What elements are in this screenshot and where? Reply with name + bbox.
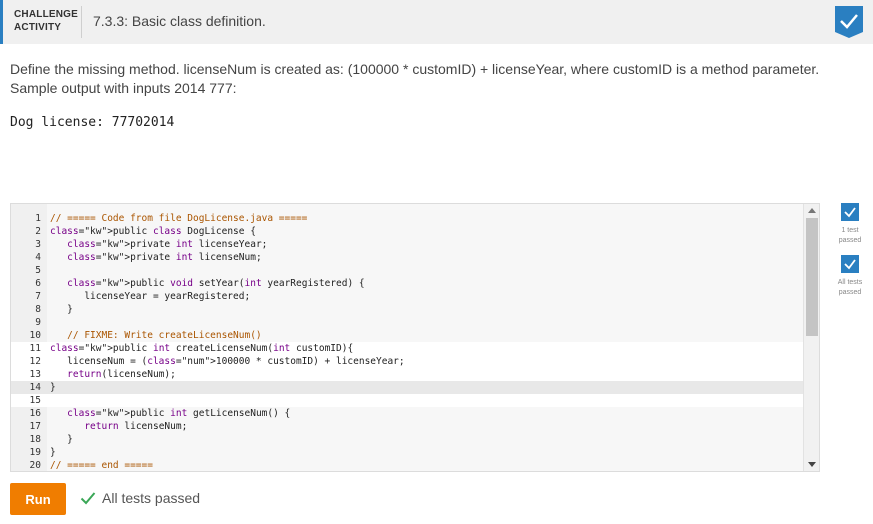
code-text[interactable]: // FIXME: Write createLicenseNum() (50, 329, 261, 342)
instructions-line-1: Define the missing method. licenseNum is… (10, 61, 820, 77)
line-number: 19 (29, 447, 41, 458)
code-line[interactable]: 12 licenseNum = (class="num">100000 * cu… (11, 355, 804, 368)
code-line[interactable]: 13 return(licenseNum); (11, 368, 804, 381)
test-1-status-line-1: 1 test (841, 227, 859, 234)
activity-header: CHALLENGE ACTIVITY 7.3.3: Basic class de… (0, 0, 873, 44)
code-line[interactable]: 10 // FIXME: Write createLicenseNum() (11, 329, 804, 342)
line-number: 9 (35, 317, 41, 328)
instructions-line-2: Sample output with inputs 2014 777: (10, 80, 237, 96)
line-number: 16 (29, 408, 41, 419)
scrollbar-thumb[interactable] (806, 218, 818, 336)
line-number: 3 (35, 239, 41, 250)
line-number: 7 (35, 291, 41, 302)
all-tests-passed-check-icon (841, 255, 859, 273)
test-1-status-label: 1 test passed (830, 226, 870, 246)
sample-output: Dog license: 77702014 (10, 115, 175, 130)
tag-line-1: CHALLENGE (14, 9, 79, 20)
code-text[interactable]: } (50, 303, 73, 316)
run-button[interactable]: Run (10, 483, 66, 515)
line-number: 20 (29, 460, 41, 471)
instructions: Define the missing method. licenseNum is… (10, 60, 860, 98)
code-line[interactable]: 20 // ===== end ===== (11, 459, 804, 471)
line-number: 11 (11, 342, 41, 355)
all-tests-status-label: All tests passed (830, 278, 870, 298)
code-line[interactable]: 6 class="kw">public void setYear(int yea… (11, 277, 804, 290)
code-text[interactable]: licenseNum = (class="num">100000 * custo… (50, 355, 404, 368)
code-line[interactable]: 4 class="kw">private int licenseNum; (11, 251, 804, 264)
code-editor[interactable]: 1 // ===== Code from file DogLicense.java… (10, 203, 820, 472)
header-accent-bar (0, 0, 3, 44)
code-text[interactable]: licenseYear = yearRegistered; (50, 290, 250, 303)
code-line[interactable]: 18 } (11, 433, 804, 446)
test-status: All tests passed (80, 490, 200, 506)
completion-checkmark-icon (835, 6, 863, 38)
test-1-passed-check-icon (841, 203, 859, 221)
code-text[interactable]: class="kw">private int licenseYear; (50, 238, 267, 251)
scroll-down-arrow-icon[interactable] (808, 462, 816, 467)
code-text[interactable]: } (50, 381, 56, 394)
line-number: 8 (35, 304, 41, 315)
all-tests-status-line-2: passed (838, 289, 862, 296)
test-1-status-line-2: passed (838, 237, 862, 244)
code-line[interactable]: 1 // ===== Code from file DogLicense.java… (11, 212, 804, 225)
code-text[interactable]: class="kw">public int createLicenseNum(i… (50, 342, 353, 355)
code-text[interactable]: // ===== Code from file DogLicense.java … (50, 212, 307, 225)
code-line[interactable]: 9 (11, 316, 804, 329)
line-number: 17 (29, 421, 41, 432)
code-text[interactable]: // ===== end ===== (50, 459, 153, 471)
code-lines[interactable]: 1 // ===== Code from file DogLicense.java… (11, 212, 804, 471)
code-text[interactable]: class="kw">public class DogLicense { (50, 225, 256, 238)
header-separator (81, 6, 82, 38)
code-line[interactable]: 8 } (11, 303, 804, 316)
line-number: 4 (35, 252, 41, 263)
line-number: 12 (11, 355, 41, 368)
challenge-activity-tag: CHALLENGE ACTIVITY (14, 8, 78, 34)
code-text[interactable]: class="kw">public void setYear(int yearR… (50, 277, 364, 290)
code-text[interactable]: class="kw">private int licenseNum; (50, 251, 262, 264)
code-text[interactable]: return licenseNum; (50, 420, 187, 433)
code-text[interactable]: } (50, 446, 56, 459)
code-text[interactable]: } (50, 433, 73, 446)
code-line[interactable]: 7 licenseYear = yearRegistered; (11, 290, 804, 303)
line-number: 10 (29, 330, 41, 341)
code-line[interactable]: 19} (11, 446, 804, 459)
all-tests-status-line-1: All tests (837, 279, 863, 286)
test-status-text: All tests passed (102, 490, 201, 506)
code-line[interactable]: 15 (11, 394, 804, 407)
line-number: 13 (11, 368, 41, 381)
code-line[interactable]: 11 class="kw">public int createLicenseNum… (11, 342, 804, 355)
line-number: 2 (35, 226, 41, 237)
code-line[interactable]: 17 return licenseNum; (11, 420, 804, 433)
tag-line-2: ACTIVITY (14, 22, 62, 33)
success-check-icon (80, 492, 96, 505)
line-number: 15 (11, 394, 41, 407)
scroll-up-arrow-icon[interactable] (808, 208, 816, 213)
code-line[interactable]: 2 class="kw">public class DogLicense { (11, 225, 804, 238)
line-number: 5 (35, 265, 41, 276)
code-text[interactable]: class="kw">public int getLicenseNum() { (50, 407, 290, 420)
code-line[interactable]: 3 class="kw">private int licenseYear; (11, 238, 804, 251)
line-number: 1 (35, 213, 41, 224)
code-line[interactable]: 16 class="kw">public int getLicenseNum()… (11, 407, 804, 420)
line-number: 6 (35, 278, 41, 289)
activity-title: 7.3.3: Basic class definition. (93, 13, 266, 29)
line-number: 18 (29, 434, 41, 445)
code-line[interactable]: 5 (11, 264, 804, 277)
code-text[interactable]: return(licenseNum); (50, 368, 176, 381)
line-number: 14 (29, 382, 41, 393)
code-line[interactable]: 14} (11, 381, 804, 394)
editor-scrollbar[interactable] (803, 204, 819, 471)
